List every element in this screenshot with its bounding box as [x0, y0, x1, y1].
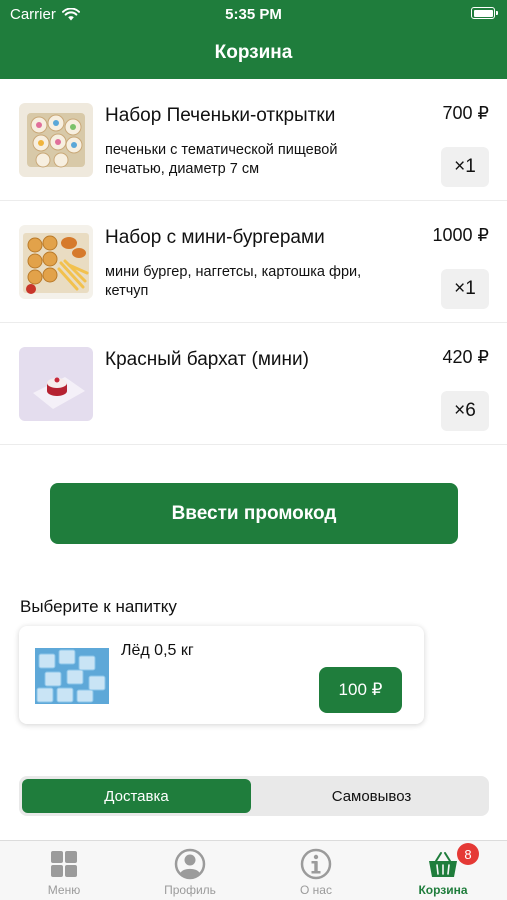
- product-image-red-velvet: [19, 347, 93, 421]
- header-bar: Carrier 5:35 PM Корзина: [0, 0, 507, 79]
- delivery-method-toggle: Доставка Самовывоз: [19, 776, 489, 816]
- status-bar: Carrier 5:35 PM: [0, 6, 507, 24]
- item-price: 420 ₽: [442, 347, 490, 367]
- drink-suggestion-card[interactable]: Лёд 0,5 кг 100 ₽: [19, 626, 424, 724]
- item-name: Набор с мини-бургерами: [105, 227, 325, 248]
- tab-label: Меню: [47, 883, 81, 897]
- product-image-ice: [35, 648, 109, 704]
- tab-label: О нас: [300, 883, 332, 897]
- battery-icon: [471, 7, 498, 19]
- tab-bar: Меню Профиль О нас 8 Корзина: [0, 840, 507, 900]
- quantity-button[interactable]: ×1: [441, 269, 489, 309]
- drink-suggestion-title: Выберите к напитку: [20, 597, 177, 616]
- cart-item[interactable]: Набор с мини-бургерами мини бургер, нагг…: [0, 201, 507, 323]
- quantity-button[interactable]: ×1: [441, 147, 489, 187]
- add-drink-price-button[interactable]: 100 ₽: [319, 667, 402, 713]
- item-name: Красный бархат (мини): [105, 349, 309, 370]
- basket-icon: [429, 852, 457, 877]
- cart-item[interactable]: Красный бархат (мини) 420 ₽ ×6: [0, 323, 507, 445]
- grid-icon: [51, 851, 77, 877]
- tab-cart[interactable]: 8 Корзина: [380, 841, 506, 900]
- item-description: печеньки с тематической пищевой печатью,…: [105, 142, 338, 177]
- promo-code-button[interactable]: Ввести промокод: [50, 483, 458, 544]
- item-name: Набор Печеньки-открытки: [105, 105, 336, 126]
- tab-label: Корзина: [418, 883, 468, 897]
- product-image-cookies: [19, 103, 93, 177]
- profile-icon: [174, 848, 206, 880]
- cart-count-badge: 8: [457, 843, 479, 865]
- page-title: Корзина: [214, 42, 293, 63]
- drink-item-name: Лёд 0,5 кг: [121, 642, 194, 659]
- pickup-option[interactable]: Самовывоз: [257, 779, 486, 813]
- delivery-option[interactable]: Доставка: [22, 779, 251, 813]
- product-image-mini-burgers: [19, 225, 93, 299]
- cart-item[interactable]: Набор Печеньки-открытки печеньки с темат…: [0, 79, 507, 201]
- quantity-button[interactable]: ×6: [441, 391, 489, 431]
- item-price: 1000 ₽: [432, 225, 490, 245]
- tab-label: Профиль: [164, 883, 216, 897]
- item-price: 700 ₽: [442, 103, 490, 123]
- info-icon: [300, 848, 332, 880]
- tab-about[interactable]: О нас: [253, 841, 379, 900]
- status-time: 5:35 PM: [225, 6, 282, 23]
- item-description: мини бургер, наггетсы, картошка фри, кет…: [105, 264, 362, 299]
- tab-menu[interactable]: Меню: [1, 841, 127, 900]
- tab-profile[interactable]: Профиль: [127, 841, 253, 900]
